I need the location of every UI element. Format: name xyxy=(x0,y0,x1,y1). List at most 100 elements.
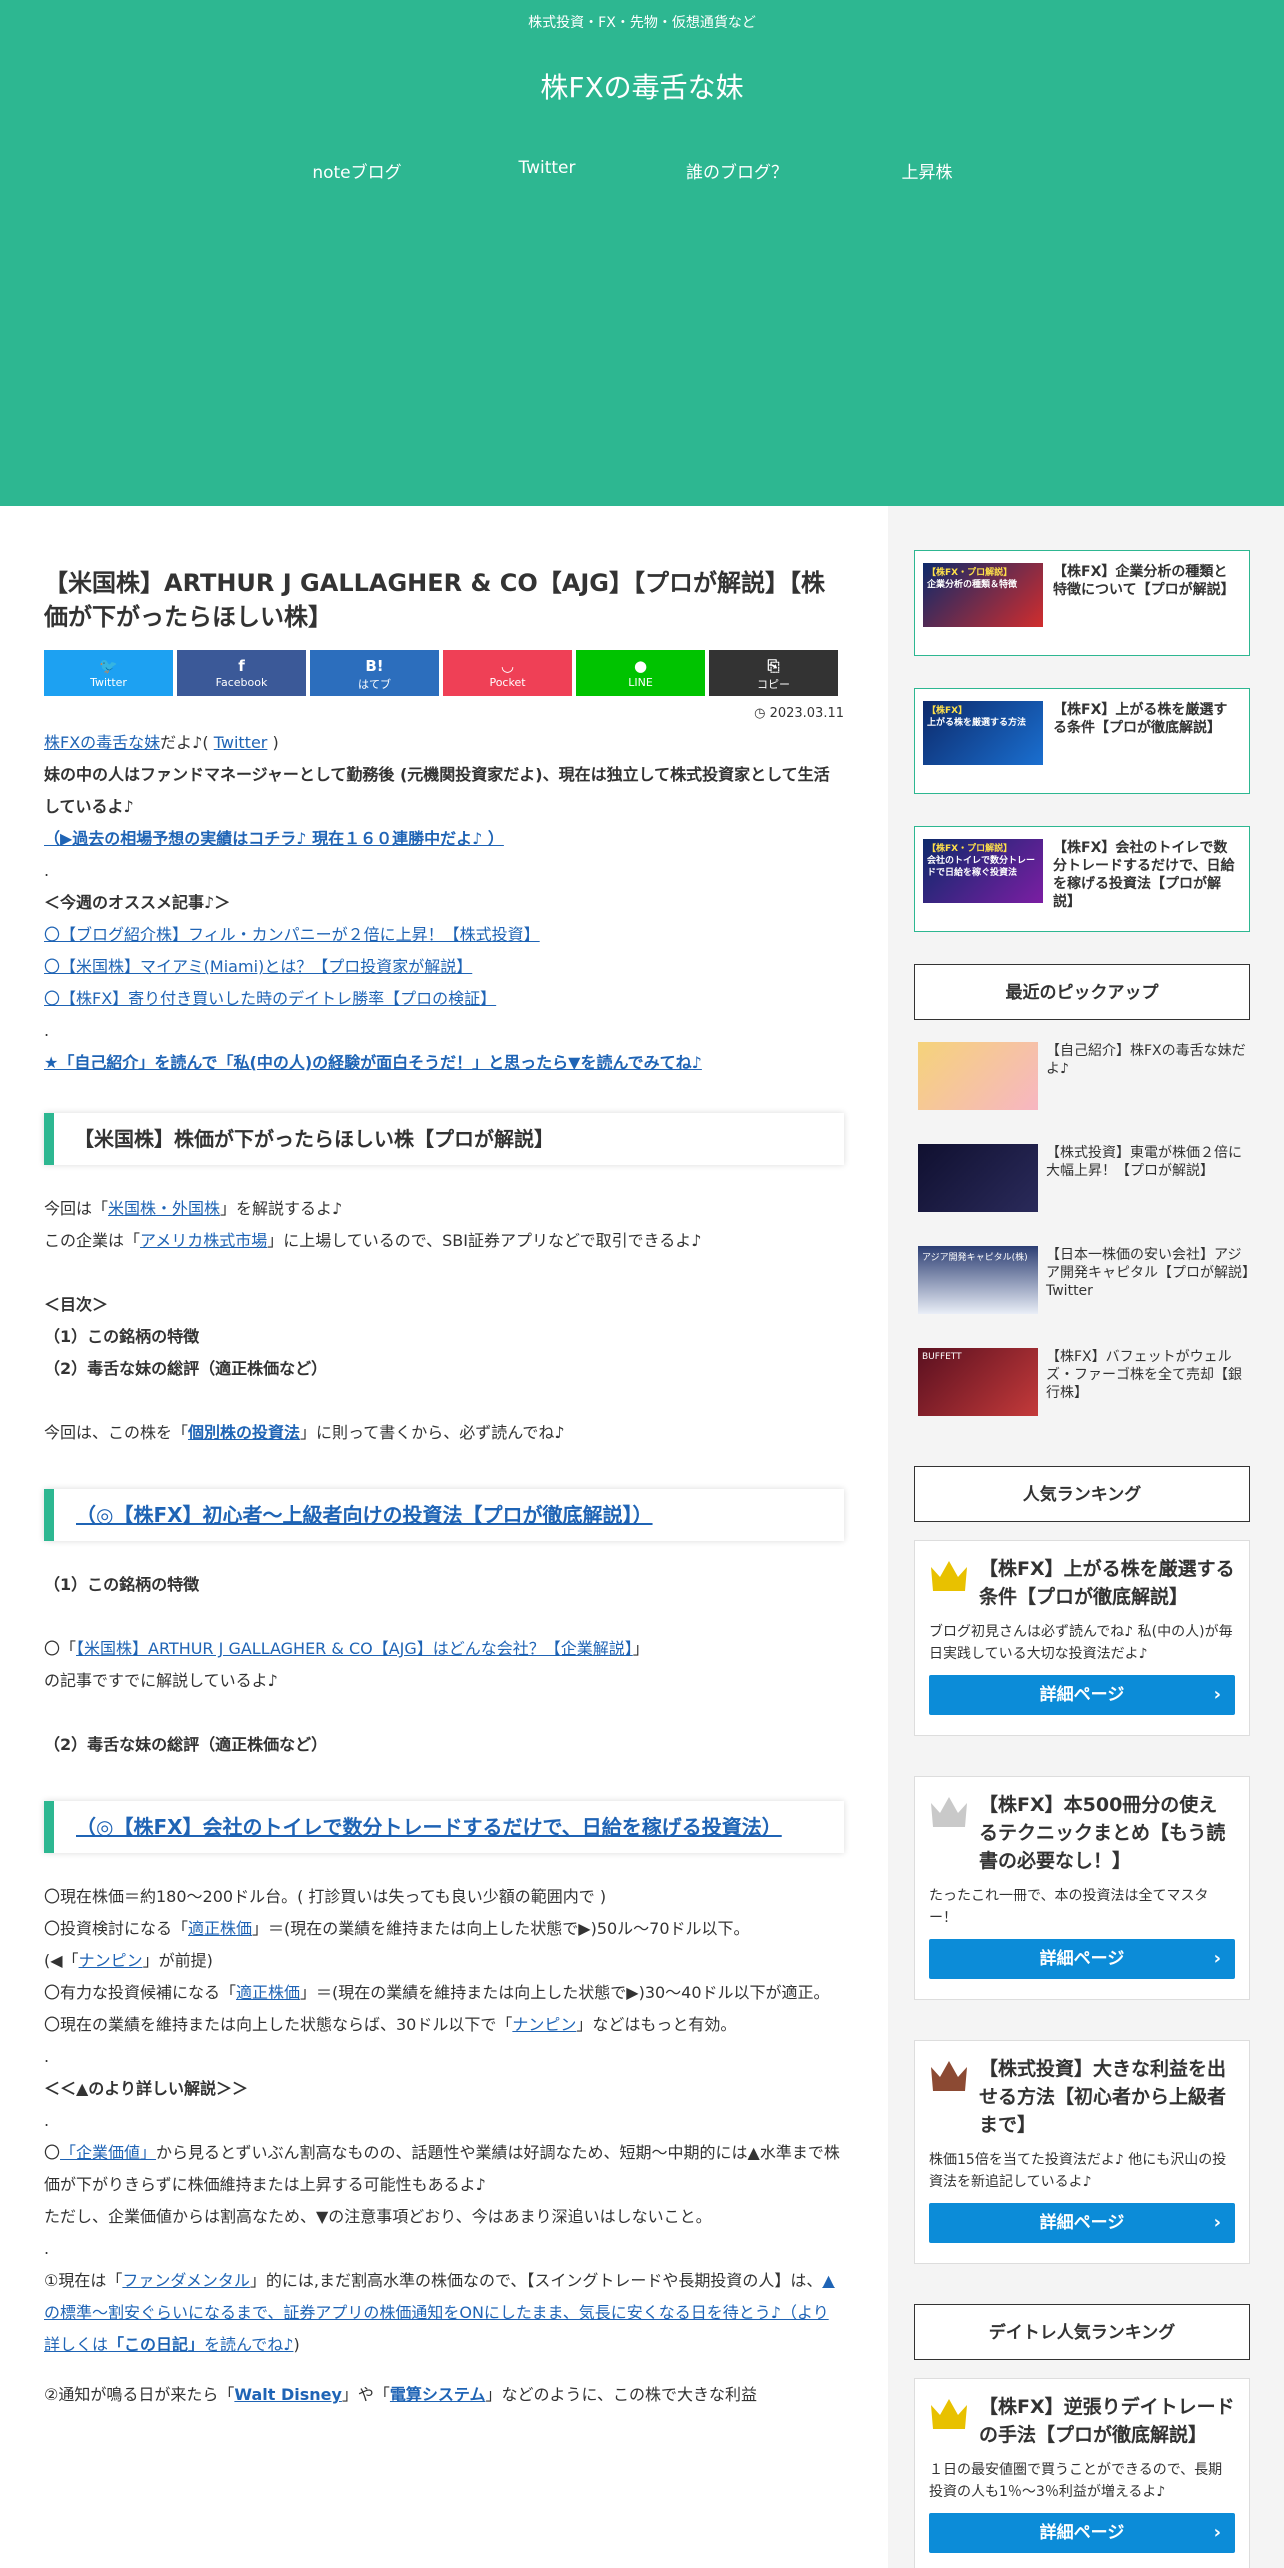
site-header: 株式投資・FX・先物・仮想通貨など 株FXの毒舌な妹 noteブログ Twitt… xyxy=(0,0,1284,506)
share-label: Twitter xyxy=(90,676,127,689)
article-thumbnail: 【株FX】 上がる株を厳選する方法 xyxy=(923,701,1043,765)
article-title: 【米国株】ARTHUR J GALLAGHER & CO【AJG】【プロが解説】… xyxy=(44,569,825,631)
pickup-item[interactable]: 【自己紹介】株FXの毒舌な妹だよ♪ xyxy=(918,1042,1250,1122)
pickup-title-text: 【株式投資】東電が株価２倍に大幅上昇！【プロが解説】 xyxy=(1046,1145,1242,1179)
nanpin-link-1[interactable]: ナンピン xyxy=(79,1951,143,1970)
recommend-link-1[interactable]: 〇【ブログ紹介株】フィル・カンパニーが２倍に上昇！【株式投資】 xyxy=(44,925,540,944)
pickup-thumbnail xyxy=(918,1042,1038,1110)
post-date: ◷ 2023.03.11 xyxy=(44,706,844,721)
company-explanation-link[interactable]: 【米国株】ARTHUR J GALLAGHER & CO【AJG】はどんな会社？… xyxy=(76,1639,633,1658)
share-button-はてブ[interactable]: B! はてブ xyxy=(310,650,439,696)
section-3: 〇現在株価＝約180～200ドル台。( 打診買いは失っても良い少額の範囲内で )… xyxy=(44,1881,844,2411)
record-link[interactable]: （▶過去の相場予想の実績はコチラ♪ 現在１６０連勝中だよ♪ ） xyxy=(44,829,504,848)
daytrade-ranking-title: デイトレ人気ランキング xyxy=(914,2304,1250,2360)
author-link[interactable]: 株FXの毒舌な妹 xyxy=(44,733,160,752)
diary-link[interactable]: 「この日記」 xyxy=(108,2335,204,2354)
ranking-title-text[interactable]: 【株FX】本500冊分の使えるテクニックまとめ【もう読書の必要なし！】 xyxy=(969,1791,1235,1875)
toc-item-1: （1）この銘柄の特徴 xyxy=(44,1327,200,1346)
site-title[interactable]: 株FXの毒舌な妹 xyxy=(0,66,1284,106)
ranking-description: ブログ初見さんは必ず読んでね♪ 私(中の人)が毎日実践している大切な投資法だよ♪ xyxy=(929,1624,1233,1662)
crown-icon xyxy=(931,1561,967,1591)
share-button-コピー[interactable]: ⎘ コピー xyxy=(709,650,838,696)
sidebar-article-card[interactable]: 【株FX・プロ解説】 企業分析の種類＆特徴 【株FX】企業分析の種類と特徴について【… xyxy=(914,550,1250,656)
pickup-thumbnail: アジア開発キャピタル(株) xyxy=(918,1246,1038,1314)
twitter-link[interactable]: Twitter xyxy=(214,733,268,752)
fundamental-link[interactable]: ファンダメンタル xyxy=(122,2271,250,2290)
twitter-icon: 🐦 xyxy=(99,657,118,675)
article-thumbnail: 【株FX・プロ解説】 会社のトイレで数分トレードで日給を稼ぐ投資法 xyxy=(923,839,1043,903)
main-content: 【米国株】ARTHUR J GALLAGHER & CO【AJG】【プロが解説】… xyxy=(0,506,888,2568)
toilet-trade-link[interactable]: （◎【株FX】会社のトイレで数分トレードするだけで、日給を稼げる投資法） xyxy=(76,1815,782,1839)
nav-item-note[interactable]: noteブログ xyxy=(262,158,452,183)
detail-page-button[interactable]: 詳細ページ › xyxy=(929,1675,1235,1715)
densan-system-link[interactable]: 電算システム xyxy=(390,2385,486,2404)
ranking-title-text[interactable]: 【株FX】逆張りデイトレードの手法【プロが徹底解説】 xyxy=(969,2393,1235,2449)
detail-title: ＜＜▲のより詳しい解説＞＞ xyxy=(44,2079,248,2098)
share-button-line[interactable]: ● LINE xyxy=(576,650,705,696)
pickup-thumbnail: BUFFETT xyxy=(918,1348,1038,1416)
ranking-item: 【株式投資】大きな利益を出せる方法【初心者から上級者まで】 株価15倍を当てた投資… xyxy=(914,2040,1250,2264)
global-nav: noteブログ Twitter 誰のブログ？ 上昇株 xyxy=(0,158,1284,183)
facebook-icon: f xyxy=(238,657,245,675)
detail-page-button[interactable]: 詳細ページ › xyxy=(929,2203,1235,2243)
sidebar: 【株FX・プロ解説】 企業分析の種類＆特徴 【株FX】企業分析の種類と特徴について【… xyxy=(914,550,1250,2568)
share-label: Facebook xyxy=(215,676,268,689)
pickup-title-text: 【自己紹介】株FXの毒舌な妹だよ♪ xyxy=(1046,1043,1246,1077)
detail-page-button[interactable]: 詳細ページ › xyxy=(929,1939,1235,1979)
company-value-link[interactable]: 「企業価値」 xyxy=(60,2143,156,2162)
intro: 株FXの毒舌な妹だよ♪( Twitter ) 妹の中の人はファンドマネージャーと… xyxy=(44,727,844,1079)
crown-icon xyxy=(931,2399,967,2429)
detail-page-button[interactable]: 詳細ページ › xyxy=(929,2513,1235,2553)
pickup-title-text: 【日本一株価の安い会社】アジア開発キャピタル【プロが解説】Twitter xyxy=(1046,1247,1249,1299)
feature-title: （1）この銘柄の特徴 xyxy=(44,1575,200,1594)
site-tagline: 株式投資・FX・先物・仮想通貨など xyxy=(528,15,756,31)
share-label: コピー xyxy=(757,678,790,691)
sidebar-article-card[interactable]: 【株FX】 上がる株を厳選する方法 【株FX】上がる株を厳選する条件【プロが徹底解説… xyxy=(914,688,1250,794)
nav-item-whose-blog[interactable]: 誰のブログ？ xyxy=(642,158,832,183)
clock-icon: ◷ xyxy=(754,706,766,721)
post-date-value: 2023.03.11 xyxy=(769,706,844,721)
sidebar-article-card[interactable]: 【株FX・プロ解説】 会社のトイレで数分トレードで日給を稼ぐ投資法 【株FX】会社の… xyxy=(914,826,1250,932)
us-stocks-link[interactable]: 米国株・外国株 xyxy=(108,1199,220,1218)
card-title: 【株FX】上がる株を厳選する条件【プロが徹底解説】 xyxy=(1053,702,1228,736)
pickup-thumbnail xyxy=(918,1144,1038,1212)
ranking-title-text[interactable]: 【株FX】上がる株を厳選する条件【プロが徹底解説】 xyxy=(969,1555,1235,1611)
recommend-link-2[interactable]: 〇【米国株】マイアミ(Miami)とは？【プロ投資家が解説】 xyxy=(44,957,472,976)
walt-disney-link[interactable]: Walt Disney xyxy=(234,2385,342,2404)
pickup-item[interactable]: 【株式投資】東電が株価２倍に大幅上昇！【プロが解説】 xyxy=(918,1144,1250,1224)
chevron-right-icon: › xyxy=(1213,2212,1221,2233)
us-market-link[interactable]: アメリカ株式市場 xyxy=(140,1231,267,1250)
share-button-facebook[interactable]: f Facebook xyxy=(177,650,306,696)
individual-stock-link[interactable]: 個別株の投資法 xyxy=(188,1423,300,1442)
chevron-right-icon: › xyxy=(1213,1948,1221,1969)
chevron-right-icon: › xyxy=(1213,1684,1221,1705)
nav-item-rising-stocks[interactable]: 上昇株 xyxy=(832,158,1022,183)
toc-title: ＜目次＞ xyxy=(44,1295,109,1314)
share-button-pocket[interactable]: ◡ Pocket xyxy=(443,650,572,696)
ranking-description: １日の最安値圏で買うことができるので、長期投資の人も1％～3％利益が増えるよ♪ xyxy=(929,2462,1223,2500)
share-button-twitter[interactable]: 🐦 Twitter xyxy=(44,650,173,696)
investment-method-link[interactable]: （◎【株FX】初心者～上級者向けの投資法【プロが徹底解説】） xyxy=(76,1503,653,1527)
profile-text: 妹の中の人はファンドマネージャーとして勤務後 (元機関投資家だよ)、現在は独立し… xyxy=(44,765,830,816)
section-2: （1）この銘柄の特徴 〇「【米国株】ARTHUR J GALLAGHER & C… xyxy=(44,1569,844,1761)
pickup-item[interactable]: アジア開発キャピタル(株) 【日本一株価の安い会社】アジア開発キャピタル【プロが解… xyxy=(918,1246,1250,1326)
nanpin-link-2[interactable]: ナンピン xyxy=(512,2015,576,2034)
toc-item-2: （2）毒舌な妹の総評（適正株価など） xyxy=(44,1359,328,1378)
card-title: 【株FX】企業分析の種類と特徴について【プロが解説】 xyxy=(1053,564,1235,598)
fair-price-link-1[interactable]: 適正株価 xyxy=(188,1919,252,1938)
pickup-item[interactable]: BUFFETT 【株FX】バフェットがウェルズ・ファーゴ株を全て売却【銀行株】 xyxy=(918,1348,1250,1428)
fair-price-link-2[interactable]: 適正株価 xyxy=(236,1983,300,2002)
recommend-link-3[interactable]: 〇【株FX】寄り付き買いした時のデイトレ勝率【プロの検証】 xyxy=(44,989,496,1008)
ranking-title: 人気ランキング xyxy=(914,1466,1250,1522)
ranking-item: 【株FX】上がる株を厳選する条件【プロが徹底解説】ブログ初見さんは必ず読んでね♪… xyxy=(914,1540,1250,1736)
ranking-title-text[interactable]: 【株式投資】大きな利益を出せる方法【初心者から上級者まで】 xyxy=(969,2055,1235,2139)
ranking-item: 【株FX】逆張りデイトレードの手法【プロが徹底解説】 １日の最安値圏で買うことがで… xyxy=(914,2378,1250,2568)
nav-item-twitter[interactable]: Twitter xyxy=(452,158,642,183)
review-title: （2）毒舌な妹の総評（適正株価など） xyxy=(44,1735,328,1754)
section-heading-3: （◎【株FX】会社のトイレで数分トレードするだけで、日給を稼げる投資法） xyxy=(44,1801,844,1853)
section-1: 今回は「米国株・外国株」を解説するよ♪ この企業は「アメリカ株式市場」に上場して… xyxy=(44,1193,844,1449)
card-title: 【株FX】会社のトイレで数分トレードするだけで、日給を稼げる投資法【プロが解説】 xyxy=(1053,840,1235,910)
recommend-title: ＜今週のオススメ記事♪＞ xyxy=(44,893,231,912)
ranking-item: 【株FX】本500冊分の使えるテクニックまとめ【もう読書の必要なし！】 たったこれ… xyxy=(914,1776,1250,2000)
self-intro-link[interactable]: ★「自己紹介」を読んで「私(中の人)の経験が面白そうだ！」と思ったら▼を読んでみ… xyxy=(44,1053,702,1072)
